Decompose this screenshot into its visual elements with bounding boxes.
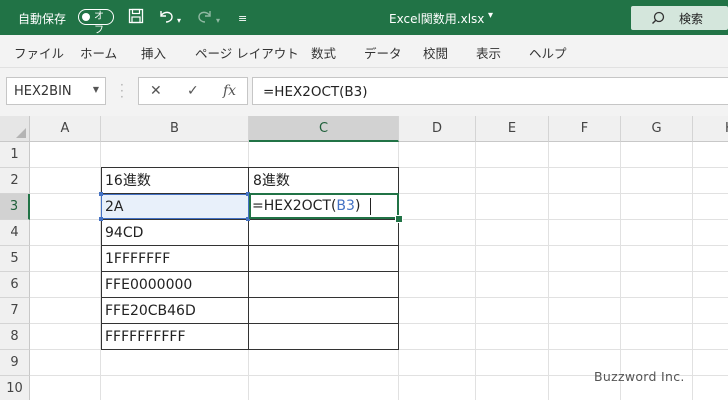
search-box[interactable]: 検索 (631, 6, 728, 30)
text-cursor (370, 198, 371, 215)
tab-formulas[interactable]: 数式 (311, 43, 336, 62)
formula-reference-highlight (101, 194, 249, 219)
worksheet-grid[interactable]: A B C D E F G H 1 2 3 4 5 6 7 8 9 10 16進… (0, 116, 728, 400)
row-header-6[interactable]: 6 (0, 272, 30, 298)
tab-review[interactable]: 校閲 (423, 43, 448, 62)
column-header-e[interactable]: E (476, 116, 549, 142)
tab-view[interactable]: 表示 (476, 43, 501, 62)
row-header-7[interactable]: 7 (0, 298, 30, 324)
formula-text: =HEX2OCT(B3) (263, 84, 368, 100)
row-header-8[interactable]: 8 (0, 324, 30, 350)
tab-page-layout[interactable]: ページ レイアウト (195, 43, 299, 62)
cell-b4[interactable]: 94CD (101, 220, 248, 246)
cell-c3-edit-text[interactable]: =HEX2OCT(B3) (252, 193, 360, 219)
cell-b2[interactable]: 16進数 (101, 168, 248, 194)
formula-input[interactable]: =HEX2OCT(B3) (252, 77, 728, 105)
autosave-label: 自動保存 (18, 12, 67, 26)
reference-handle[interactable] (99, 192, 103, 196)
save-icon[interactable] (128, 8, 144, 28)
edit-text-function: =HEX2OCT( (252, 198, 337, 214)
redo-dropdown-icon[interactable]: ▾ (216, 12, 220, 30)
cell-b6[interactable]: FFE0000000 (101, 272, 248, 298)
tab-help[interactable]: ヘルプ (529, 43, 567, 62)
name-box-dropdown-icon[interactable]: ▼ (93, 85, 99, 94)
autosave-toggle[interactable]: オフ (78, 9, 114, 36)
toggle-knob (82, 13, 90, 21)
reference-handle[interactable] (99, 217, 103, 221)
column-header-h[interactable]: H (693, 116, 728, 142)
redo-icon[interactable] (196, 8, 214, 28)
search-label: 検索 (679, 12, 704, 26)
row-header-2[interactable]: 2 (0, 168, 30, 194)
fill-handle[interactable] (395, 215, 403, 223)
ribbon-tabs: ファイル ホーム 挿入 ページ レイアウト 数式 データ 校閲 表示 ヘルプ (0, 35, 728, 68)
row-header-1[interactable]: 1 (0, 142, 30, 168)
edit-text-reference: B3 (336, 198, 355, 214)
file-name: Excel関数用.xlsx (389, 12, 485, 26)
tab-home[interactable]: ホーム (80, 43, 117, 62)
undo-dropdown-icon[interactable]: ▾ (177, 12, 181, 30)
grip-icon[interactable]: · · · (120, 79, 124, 103)
tab-file[interactable]: ファイル (14, 43, 64, 62)
watermark: Buzzword Inc. (594, 369, 685, 384)
insert-function-icon[interactable]: fx (223, 83, 236, 99)
column-header-b[interactable]: B (101, 116, 249, 142)
search-icon (652, 11, 665, 24)
cell-b8[interactable]: FFFFFFFFFF (101, 324, 248, 350)
customize-toolbar-icon[interactable]: ≡ (238, 10, 247, 28)
edit-text-close-paren: ) (354, 198, 361, 214)
select-all-button[interactable] (0, 116, 30, 142)
enter-icon[interactable]: ✓ (187, 83, 199, 99)
formula-buttons: ✕ ✓ fx (138, 77, 248, 105)
column-header-a[interactable]: A (30, 116, 101, 142)
row-header-3[interactable]: 3 (0, 194, 30, 220)
row-header-5[interactable]: 5 (0, 246, 30, 272)
file-name-dropdown-icon[interactable]: ▾ (488, 10, 493, 21)
cell-c2[interactable]: 8進数 (249, 168, 398, 194)
column-header-g[interactable]: G (621, 116, 693, 142)
cancel-icon[interactable]: ✕ (150, 83, 162, 99)
tab-data[interactable]: データ (364, 43, 402, 62)
gridline (620, 142, 621, 400)
column-header-c[interactable]: C (249, 116, 399, 142)
row-header-10[interactable]: 10 (0, 376, 30, 400)
row-header-4[interactable]: 4 (0, 220, 30, 246)
formula-bar-row: HEX2BIN ▼ · · · ✕ ✓ fx =HEX2OCT(B3) (0, 68, 728, 116)
name-box-value: HEX2BIN (14, 84, 72, 99)
cell-b5[interactable]: 1FFFFFFF (101, 246, 248, 272)
name-box[interactable]: HEX2BIN ▼ (6, 77, 106, 105)
gridline (692, 142, 693, 400)
gridline (548, 142, 549, 400)
cell-b7[interactable]: FFE20CB46D (101, 298, 248, 324)
column-header-d[interactable]: D (399, 116, 476, 142)
undo-icon[interactable] (157, 8, 175, 28)
title-bar: 自動保存 オフ ▾ ▾ ≡ Excel関数用.xlsx ▾ 検索 (0, 0, 728, 36)
column-header-f[interactable]: F (549, 116, 621, 142)
gridline (475, 142, 476, 400)
autosave-state: オフ (94, 11, 104, 36)
tab-insert[interactable]: 挿入 (141, 43, 166, 62)
row-header-9[interactable]: 9 (0, 350, 30, 376)
